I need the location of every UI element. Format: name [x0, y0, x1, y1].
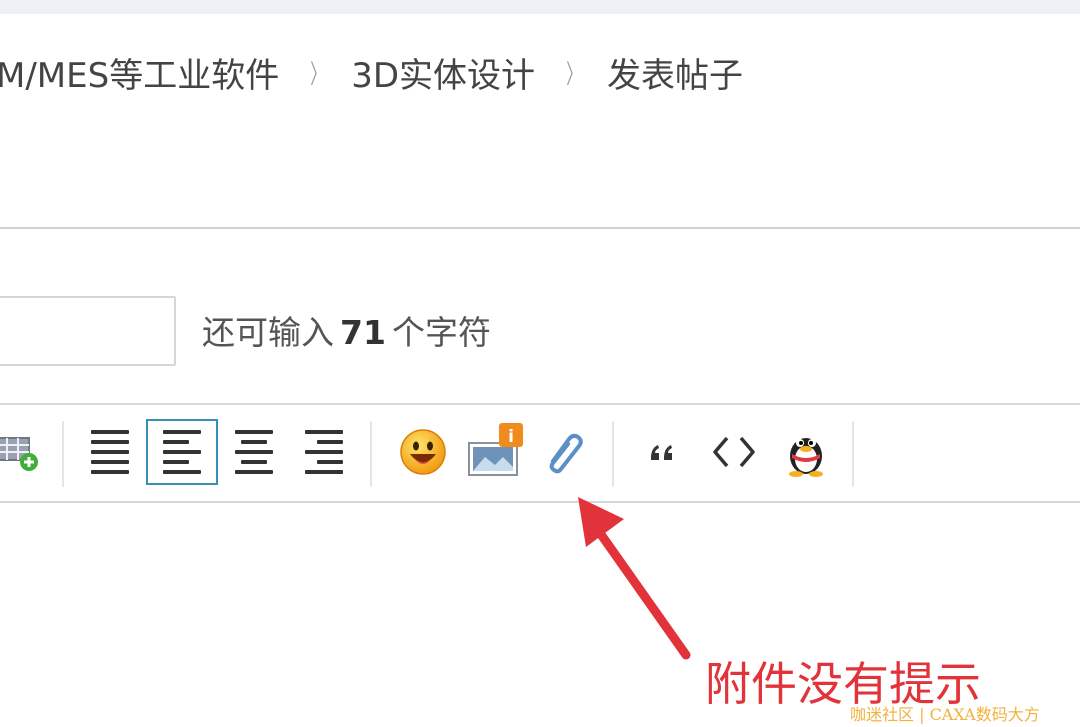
align-right-icon[interactable]: [296, 419, 352, 485]
align-center-icon[interactable]: [226, 419, 282, 485]
breadcrumb-separator-icon: 〉: [310, 59, 327, 90]
insert-table-icon[interactable]: [0, 419, 42, 485]
remaining-count: 71: [340, 313, 386, 352]
breadcrumb: M/MES等工业软件 〉 3D实体设计 〉 发表帖子: [0, 48, 743, 96]
toolbar-separator: [852, 421, 854, 487]
breadcrumb-item-category[interactable]: M/MES等工业软件: [0, 48, 279, 97]
top-bar: [0, 0, 1080, 14]
remaining-prefix: 还可输入: [202, 313, 334, 352]
qq-penguin-icon[interactable]: [778, 419, 834, 485]
breadcrumb-item-forum[interactable]: 3D实体设计: [351, 48, 535, 97]
subject-input[interactable]: [0, 296, 176, 366]
editor-toolbar: i: [0, 403, 1080, 503]
watermark: 咖迷社区 | CAXA数码大方: [850, 705, 1040, 724]
code-icon[interactable]: [706, 419, 762, 485]
remaining-suffix: 个字符: [391, 313, 491, 352]
align-left-icon[interactable]: [146, 419, 218, 485]
align-justify-icon[interactable]: [84, 419, 136, 485]
smiley-icon[interactable]: [394, 419, 452, 485]
quote-icon[interactable]: [636, 419, 688, 485]
remaining-char-counter: 还可输入 71 个字符: [202, 306, 491, 354]
annotation-arrow-icon: [578, 497, 691, 660]
section-divider: [0, 227, 1080, 229]
toolbar-separator: [612, 421, 614, 487]
attachment-paperclip-icon[interactable]: [536, 419, 592, 485]
breadcrumb-separator-icon: 〉: [566, 59, 582, 90]
toolbar-separator: [62, 421, 64, 487]
breadcrumb-item-current: 发表帖子: [607, 55, 744, 96]
image-badge: i: [508, 427, 514, 447]
toolbar-separator: [370, 421, 372, 487]
image-icon[interactable]: i: [464, 419, 528, 485]
